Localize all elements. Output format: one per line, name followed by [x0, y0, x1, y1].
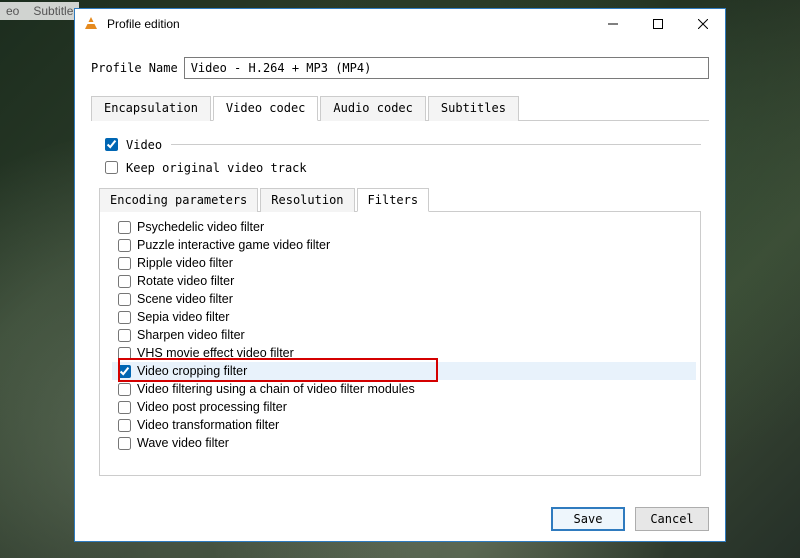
- filter-label: Ripple video filter: [137, 256, 233, 270]
- filter-label: Video transformation filter: [137, 418, 279, 432]
- filter-checkbox[interactable]: [118, 239, 131, 252]
- filter-item[interactable]: Psychedelic video filter: [112, 218, 696, 236]
- filter-item[interactable]: VHS movie effect video filter: [112, 344, 696, 362]
- filter-label: VHS movie effect video filter: [137, 346, 294, 360]
- filter-checkbox[interactable]: [118, 329, 131, 342]
- filter-item[interactable]: Wave video filter: [112, 434, 696, 452]
- filter-item[interactable]: Rotate video filter: [112, 272, 696, 290]
- filter-item[interactable]: Video cropping filter: [112, 362, 696, 380]
- maximize-button[interactable]: [635, 10, 680, 38]
- filter-checkbox[interactable]: [118, 347, 131, 360]
- cancel-button[interactable]: Cancel: [635, 507, 709, 531]
- filter-checkbox[interactable]: [118, 257, 131, 270]
- filter-item[interactable]: Scene video filter: [112, 290, 696, 308]
- filter-label: Sharpen video filter: [137, 328, 245, 342]
- video-checkbox-label: Video: [126, 138, 162, 152]
- filter-checkbox[interactable]: [118, 221, 131, 234]
- menu-fragment: eo: [6, 4, 19, 18]
- filter-checkbox[interactable]: [118, 401, 131, 414]
- filter-item[interactable]: Video post processing filter: [112, 398, 696, 416]
- close-button[interactable]: [680, 10, 725, 38]
- tab-video-codec[interactable]: Video codec: [213, 96, 318, 121]
- filter-item[interactable]: Ripple video filter: [112, 254, 696, 272]
- subtab-resolution[interactable]: Resolution: [260, 188, 354, 212]
- filter-label: Video cropping filter: [137, 364, 247, 378]
- parent-menu-fragment: eo Subtitle: [0, 2, 79, 20]
- filter-label: Puzzle interactive game video filter: [137, 238, 330, 252]
- keep-original-checkbox[interactable]: [105, 161, 118, 174]
- filter-label: Wave video filter: [137, 436, 229, 450]
- dialog-title: Profile edition: [107, 17, 590, 31]
- minimize-button[interactable]: [590, 10, 635, 38]
- titlebar: Profile edition: [75, 9, 725, 39]
- filter-item[interactable]: Sharpen video filter: [112, 326, 696, 344]
- filters-panel: Psychedelic video filter Puzzle interacti…: [99, 212, 701, 476]
- save-button[interactable]: Save: [551, 507, 625, 531]
- keep-original-label: Keep original video track: [126, 161, 307, 175]
- menu-fragment: Subtitle: [33, 4, 73, 18]
- subtab-filters[interactable]: Filters: [357, 188, 430, 212]
- tab-encapsulation[interactable]: Encapsulation: [91, 96, 211, 121]
- video-checkbox[interactable]: [105, 138, 118, 151]
- filter-label: Scene video filter: [137, 292, 233, 306]
- filter-checkbox[interactable]: [118, 437, 131, 450]
- filter-label: Psychedelic video filter: [137, 220, 264, 234]
- divider: [171, 144, 701, 145]
- filter-checkbox[interactable]: [118, 383, 131, 396]
- filter-label: Video filtering using a chain of video f…: [137, 382, 415, 396]
- filters-list[interactable]: Psychedelic video filter Puzzle interacti…: [100, 212, 700, 475]
- filter-label: Rotate video filter: [137, 274, 234, 288]
- profile-edition-dialog: Profile edition Profile Name Encapsulati…: [74, 8, 726, 542]
- filter-item[interactable]: Video filtering using a chain of video f…: [112, 380, 696, 398]
- filter-item[interactable]: Sepia video filter: [112, 308, 696, 326]
- tab-audio-codec[interactable]: Audio codec: [320, 96, 425, 121]
- vlc-cone-icon: [83, 17, 99, 31]
- tab-subtitles[interactable]: Subtitles: [428, 96, 519, 121]
- filter-checkbox[interactable]: [118, 419, 131, 432]
- sub-tabstrip: Encoding parametersResolutionFilters: [99, 187, 701, 212]
- main-tabstrip: EncapsulationVideo codecAudio codecSubti…: [91, 95, 709, 121]
- filter-item[interactable]: Puzzle interactive game video filter: [112, 236, 696, 254]
- filter-checkbox[interactable]: [118, 275, 131, 288]
- profile-name-label: Profile Name: [91, 61, 178, 75]
- filter-checkbox[interactable]: [118, 293, 131, 306]
- subtab-encoding-parameters[interactable]: Encoding parameters: [99, 188, 258, 212]
- filter-checkbox[interactable]: [118, 311, 131, 324]
- filter-label: Video post processing filter: [137, 400, 287, 414]
- filter-label: Sepia video filter: [137, 310, 229, 324]
- filter-item[interactable]: Video transformation filter: [112, 416, 696, 434]
- profile-name-input[interactable]: [184, 57, 709, 79]
- filter-checkbox[interactable]: [118, 365, 131, 378]
